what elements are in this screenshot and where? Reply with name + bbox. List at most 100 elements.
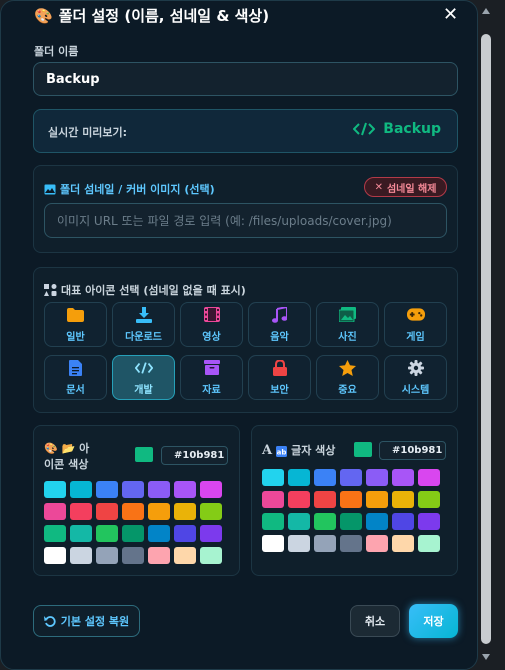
reset-defaults-button[interactable]: 기본 설정 복원: [33, 605, 140, 637]
close-icon: ✕: [374, 181, 383, 193]
scroll-down-arrow-icon[interactable]: [482, 654, 490, 660]
color-swatch[interactable]: [174, 547, 196, 564]
text-box-icon: ab: [276, 445, 288, 457]
color-swatch[interactable]: [122, 525, 144, 542]
icon-option-label: 사진: [338, 331, 357, 343]
color-swatch[interactable]: [314, 513, 336, 530]
color-swatch[interactable]: [288, 535, 310, 552]
thumbnail-url-input[interactable]: [44, 203, 447, 238]
icon-option-document[interactable]: 문서: [44, 355, 107, 400]
icon-option-photo[interactable]: 사진: [316, 302, 379, 347]
icon-option-download[interactable]: 다운로드: [112, 302, 175, 347]
color-swatch[interactable]: [148, 547, 170, 564]
color-swatch[interactable]: [122, 547, 144, 564]
font-icon: A: [262, 443, 273, 458]
color-swatch[interactable]: [288, 469, 310, 486]
color-swatch[interactable]: [44, 525, 66, 542]
folder-name-input[interactable]: [33, 62, 458, 96]
image-icon: [339, 307, 357, 323]
color-swatch[interactable]: [148, 481, 170, 498]
reset-defaults-label: 기본 설정 복원: [60, 615, 130, 628]
color-swatch[interactable]: [70, 481, 92, 498]
undo-icon: [43, 616, 56, 627]
icon-option-important[interactable]: 중요: [316, 355, 379, 400]
folder-name-label: 폴더 이름: [34, 45, 79, 58]
save-button[interactable]: 저장: [409, 604, 458, 638]
color-swatch[interactable]: [366, 491, 388, 508]
color-swatch[interactable]: [366, 469, 388, 486]
color-swatch[interactable]: [314, 469, 336, 486]
color-swatch[interactable]: [70, 503, 92, 520]
scrollbar-thumb[interactable]: [481, 34, 491, 644]
color-swatch[interactable]: [44, 503, 66, 520]
icon-option-general[interactable]: 일반: [44, 302, 107, 347]
color-swatch[interactable]: [200, 525, 222, 542]
color-swatch[interactable]: [288, 513, 310, 530]
text-color-hex-input[interactable]: #10b981: [379, 441, 446, 460]
color-swatch[interactable]: [392, 513, 414, 530]
color-swatch[interactable]: [174, 503, 196, 520]
icon-option-security[interactable]: 보안: [248, 355, 311, 400]
scroll-up-arrow-icon[interactable]: [482, 8, 490, 14]
color-swatch[interactable]: [70, 547, 92, 564]
remove-thumbnail-button[interactable]: ✕ 섬네일 해제: [364, 177, 447, 197]
color-swatch[interactable]: [44, 481, 66, 498]
color-swatch[interactable]: [392, 535, 414, 552]
icon-option-label: 다운로드: [125, 331, 162, 343]
text-color-title: A ab 글자 색상: [262, 443, 335, 459]
icon-option-system[interactable]: 시스템: [384, 355, 447, 400]
color-swatch[interactable]: [200, 503, 222, 520]
color-swatch[interactable]: [148, 503, 170, 520]
color-swatch[interactable]: [340, 469, 362, 486]
color-swatch[interactable]: [148, 525, 170, 542]
close-button[interactable]: ✕: [443, 4, 458, 25]
color-swatch[interactable]: [340, 513, 362, 530]
color-swatch[interactable]: [200, 481, 222, 498]
icon-select-title: 대표 아이콘 선택 (섬네일 없을 때 표시): [44, 282, 246, 298]
live-preview-box: 실시간 미리보기: Backup: [33, 109, 458, 153]
color-swatch[interactable]: [96, 503, 118, 520]
icon-option-video[interactable]: 영상: [180, 302, 243, 347]
color-swatch[interactable]: [200, 547, 222, 564]
icon-color-preview-swatch: [135, 447, 153, 462]
color-swatch[interactable]: [288, 491, 310, 508]
color-swatch[interactable]: [392, 491, 414, 508]
cancel-button[interactable]: 취소: [350, 605, 400, 637]
color-swatch[interactable]: [418, 513, 440, 530]
color-swatch[interactable]: [340, 491, 362, 508]
icon-grid: 일반 다운로드 영상 음악 사진 게임 문서 개발 자료 보안 중요 시스템: [44, 302, 447, 400]
color-swatch[interactable]: [96, 547, 118, 564]
color-swatch[interactable]: [44, 547, 66, 564]
icon-option-development[interactable]: 개발: [112, 355, 175, 400]
icon-option-game[interactable]: 게임: [384, 302, 447, 347]
code-icon: [134, 360, 153, 376]
icon-option-label: 시스템: [401, 384, 430, 396]
icon-option-music[interactable]: 음악: [248, 302, 311, 347]
color-swatch[interactable]: [262, 535, 284, 552]
star-icon: [339, 359, 357, 376]
color-swatch[interactable]: [418, 535, 440, 552]
color-swatch[interactable]: [96, 481, 118, 498]
color-swatch[interactable]: [314, 535, 336, 552]
color-swatch[interactable]: [366, 513, 388, 530]
color-swatch[interactable]: [122, 503, 144, 520]
color-swatch[interactable]: [70, 525, 92, 542]
shapes-icon: [44, 284, 57, 296]
color-swatch[interactable]: [262, 469, 284, 486]
icon-color-hex-input[interactable]: #10b981: [161, 446, 228, 465]
color-swatch[interactable]: [174, 481, 196, 498]
color-swatch[interactable]: [366, 535, 388, 552]
icon-option-archive[interactable]: 자료: [180, 355, 243, 400]
color-swatch[interactable]: [122, 481, 144, 498]
color-swatch[interactable]: [262, 513, 284, 530]
color-swatch[interactable]: [392, 469, 414, 486]
color-swatch[interactable]: [418, 469, 440, 486]
color-swatch[interactable]: [262, 491, 284, 508]
color-swatch[interactable]: [174, 525, 196, 542]
color-swatch[interactable]: [340, 535, 362, 552]
color-swatch[interactable]: [418, 491, 440, 508]
svg-text:ab: ab: [277, 448, 287, 456]
color-swatch[interactable]: [314, 491, 336, 508]
icon-color-title: 🎨 📂 아이콘 색상: [44, 441, 99, 473]
color-swatch[interactable]: [96, 525, 118, 542]
